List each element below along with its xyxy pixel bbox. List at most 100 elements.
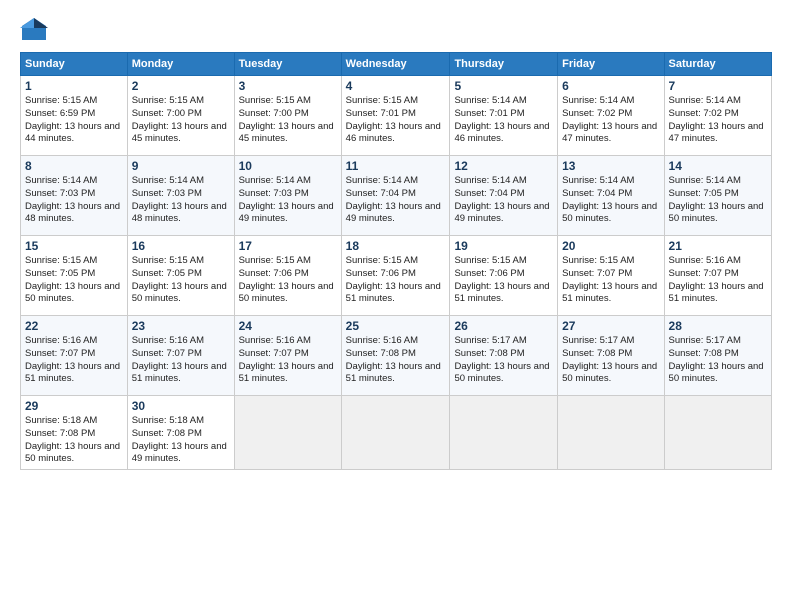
day-info: Sunrise: 5:15 AMSunset: 7:06 PMDaylight:… — [346, 255, 446, 306]
day-info: Sunrise: 5:15 AMSunset: 7:05 PMDaylight:… — [132, 255, 230, 306]
weekday-header-monday: Monday — [127, 53, 234, 76]
day-info: Sunrise: 5:14 AMSunset: 7:04 PMDaylight:… — [562, 175, 659, 226]
day-number: 23 — [132, 319, 230, 333]
day-info: Sunrise: 5:14 AMSunset: 7:04 PMDaylight:… — [346, 175, 446, 226]
weekday-header-thursday: Thursday — [450, 53, 558, 76]
day-number: 30 — [132, 399, 230, 413]
day-info: Sunrise: 5:17 AMSunset: 7:08 PMDaylight:… — [562, 335, 659, 386]
day-info: Sunrise: 5:15 AMSunset: 7:06 PMDaylight:… — [454, 255, 553, 306]
day-info: Sunrise: 5:16 AMSunset: 7:07 PMDaylight:… — [239, 335, 337, 386]
day-info: Sunrise: 5:15 AMSunset: 7:01 PMDaylight:… — [346, 95, 446, 146]
day-info: Sunrise: 5:18 AMSunset: 7:08 PMDaylight:… — [132, 415, 230, 466]
day-number: 8 — [25, 159, 123, 173]
day-info: Sunrise: 5:14 AMSunset: 7:04 PMDaylight:… — [454, 175, 553, 226]
calendar-cell — [558, 396, 664, 470]
day-number: 18 — [346, 239, 446, 253]
day-number: 12 — [454, 159, 553, 173]
calendar-cell: 25 Sunrise: 5:16 AMSunset: 7:08 PMDaylig… — [341, 316, 450, 396]
day-info: Sunrise: 5:14 AMSunset: 7:03 PMDaylight:… — [239, 175, 337, 226]
calendar-cell: 28 Sunrise: 5:17 AMSunset: 7:08 PMDaylig… — [664, 316, 771, 396]
day-number: 24 — [239, 319, 337, 333]
day-info: Sunrise: 5:14 AMSunset: 7:02 PMDaylight:… — [562, 95, 659, 146]
calendar-cell: 22 Sunrise: 5:16 AMSunset: 7:07 PMDaylig… — [21, 316, 128, 396]
calendar-cell: 3 Sunrise: 5:15 AMSunset: 7:00 PMDayligh… — [234, 76, 341, 156]
week-row-5: 29 Sunrise: 5:18 AMSunset: 7:08 PMDaylig… — [21, 396, 772, 470]
calendar-cell: 9 Sunrise: 5:14 AMSunset: 7:03 PMDayligh… — [127, 156, 234, 236]
calendar-cell — [664, 396, 771, 470]
weekday-header-sunday: Sunday — [21, 53, 128, 76]
day-info: Sunrise: 5:15 AMSunset: 7:00 PMDaylight:… — [239, 95, 337, 146]
calendar-cell: 11 Sunrise: 5:14 AMSunset: 7:04 PMDaylig… — [341, 156, 450, 236]
calendar-cell: 17 Sunrise: 5:15 AMSunset: 7:06 PMDaylig… — [234, 236, 341, 316]
calendar-cell: 12 Sunrise: 5:14 AMSunset: 7:04 PMDaylig… — [450, 156, 558, 236]
calendar-cell: 20 Sunrise: 5:15 AMSunset: 7:07 PMDaylig… — [558, 236, 664, 316]
weekday-header-friday: Friday — [558, 53, 664, 76]
day-number: 1 — [25, 79, 123, 93]
calendar-table: SundayMondayTuesdayWednesdayThursdayFrid… — [20, 52, 772, 470]
day-number: 16 — [132, 239, 230, 253]
calendar-cell: 21 Sunrise: 5:16 AMSunset: 7:07 PMDaylig… — [664, 236, 771, 316]
day-info: Sunrise: 5:18 AMSunset: 7:08 PMDaylight:… — [25, 415, 123, 466]
calendar-cell: 24 Sunrise: 5:16 AMSunset: 7:07 PMDaylig… — [234, 316, 341, 396]
day-number: 9 — [132, 159, 230, 173]
page: SundayMondayTuesdayWednesdayThursdayFrid… — [0, 0, 792, 612]
day-number: 13 — [562, 159, 659, 173]
calendar-cell: 30 Sunrise: 5:18 AMSunset: 7:08 PMDaylig… — [127, 396, 234, 470]
day-info: Sunrise: 5:16 AMSunset: 7:08 PMDaylight:… — [346, 335, 446, 386]
calendar-cell: 5 Sunrise: 5:14 AMSunset: 7:01 PMDayligh… — [450, 76, 558, 156]
calendar-cell: 29 Sunrise: 5:18 AMSunset: 7:08 PMDaylig… — [21, 396, 128, 470]
day-number: 28 — [669, 319, 767, 333]
calendar-cell: 14 Sunrise: 5:14 AMSunset: 7:05 PMDaylig… — [664, 156, 771, 236]
logo — [20, 16, 52, 44]
day-info: Sunrise: 5:15 AMSunset: 7:05 PMDaylight:… — [25, 255, 123, 306]
day-number: 5 — [454, 79, 553, 93]
header — [20, 16, 772, 44]
calendar-cell: 13 Sunrise: 5:14 AMSunset: 7:04 PMDaylig… — [558, 156, 664, 236]
weekday-header-tuesday: Tuesday — [234, 53, 341, 76]
calendar-cell: 18 Sunrise: 5:15 AMSunset: 7:06 PMDaylig… — [341, 236, 450, 316]
calendar-cell: 27 Sunrise: 5:17 AMSunset: 7:08 PMDaylig… — [558, 316, 664, 396]
day-number: 19 — [454, 239, 553, 253]
day-info: Sunrise: 5:16 AMSunset: 7:07 PMDaylight:… — [25, 335, 123, 386]
weekday-header-wednesday: Wednesday — [341, 53, 450, 76]
day-info: Sunrise: 5:14 AMSunset: 7:03 PMDaylight:… — [25, 175, 123, 226]
calendar-cell: 8 Sunrise: 5:14 AMSunset: 7:03 PMDayligh… — [21, 156, 128, 236]
calendar-cell — [341, 396, 450, 470]
day-number: 20 — [562, 239, 659, 253]
day-info: Sunrise: 5:14 AMSunset: 7:01 PMDaylight:… — [454, 95, 553, 146]
day-info: Sunrise: 5:17 AMSunset: 7:08 PMDaylight:… — [669, 335, 767, 386]
day-info: Sunrise: 5:14 AMSunset: 7:05 PMDaylight:… — [669, 175, 767, 226]
week-row-2: 8 Sunrise: 5:14 AMSunset: 7:03 PMDayligh… — [21, 156, 772, 236]
day-info: Sunrise: 5:14 AMSunset: 7:02 PMDaylight:… — [669, 95, 767, 146]
day-number: 26 — [454, 319, 553, 333]
day-number: 29 — [25, 399, 123, 413]
day-info: Sunrise: 5:15 AMSunset: 6:59 PMDaylight:… — [25, 95, 123, 146]
calendar-cell: 26 Sunrise: 5:17 AMSunset: 7:08 PMDaylig… — [450, 316, 558, 396]
week-row-4: 22 Sunrise: 5:16 AMSunset: 7:07 PMDaylig… — [21, 316, 772, 396]
weekday-header-row: SundayMondayTuesdayWednesdayThursdayFrid… — [21, 53, 772, 76]
day-number: 11 — [346, 159, 446, 173]
week-row-1: 1 Sunrise: 5:15 AMSunset: 6:59 PMDayligh… — [21, 76, 772, 156]
calendar-cell — [234, 396, 341, 470]
day-number: 25 — [346, 319, 446, 333]
calendar-cell: 19 Sunrise: 5:15 AMSunset: 7:06 PMDaylig… — [450, 236, 558, 316]
day-number: 14 — [669, 159, 767, 173]
calendar-cell: 16 Sunrise: 5:15 AMSunset: 7:05 PMDaylig… — [127, 236, 234, 316]
day-number: 10 — [239, 159, 337, 173]
day-info: Sunrise: 5:15 AMSunset: 7:00 PMDaylight:… — [132, 95, 230, 146]
day-number: 4 — [346, 79, 446, 93]
calendar-cell: 2 Sunrise: 5:15 AMSunset: 7:00 PMDayligh… — [127, 76, 234, 156]
calendar-cell: 1 Sunrise: 5:15 AMSunset: 6:59 PMDayligh… — [21, 76, 128, 156]
logo-icon — [20, 16, 48, 44]
calendar-cell: 7 Sunrise: 5:14 AMSunset: 7:02 PMDayligh… — [664, 76, 771, 156]
calendar-cell: 4 Sunrise: 5:15 AMSunset: 7:01 PMDayligh… — [341, 76, 450, 156]
day-number: 27 — [562, 319, 659, 333]
day-number: 2 — [132, 79, 230, 93]
day-number: 21 — [669, 239, 767, 253]
day-info: Sunrise: 5:16 AMSunset: 7:07 PMDaylight:… — [132, 335, 230, 386]
day-number: 3 — [239, 79, 337, 93]
calendar-cell — [450, 396, 558, 470]
day-number: 7 — [669, 79, 767, 93]
calendar-cell: 23 Sunrise: 5:16 AMSunset: 7:07 PMDaylig… — [127, 316, 234, 396]
day-info: Sunrise: 5:15 AMSunset: 7:06 PMDaylight:… — [239, 255, 337, 306]
